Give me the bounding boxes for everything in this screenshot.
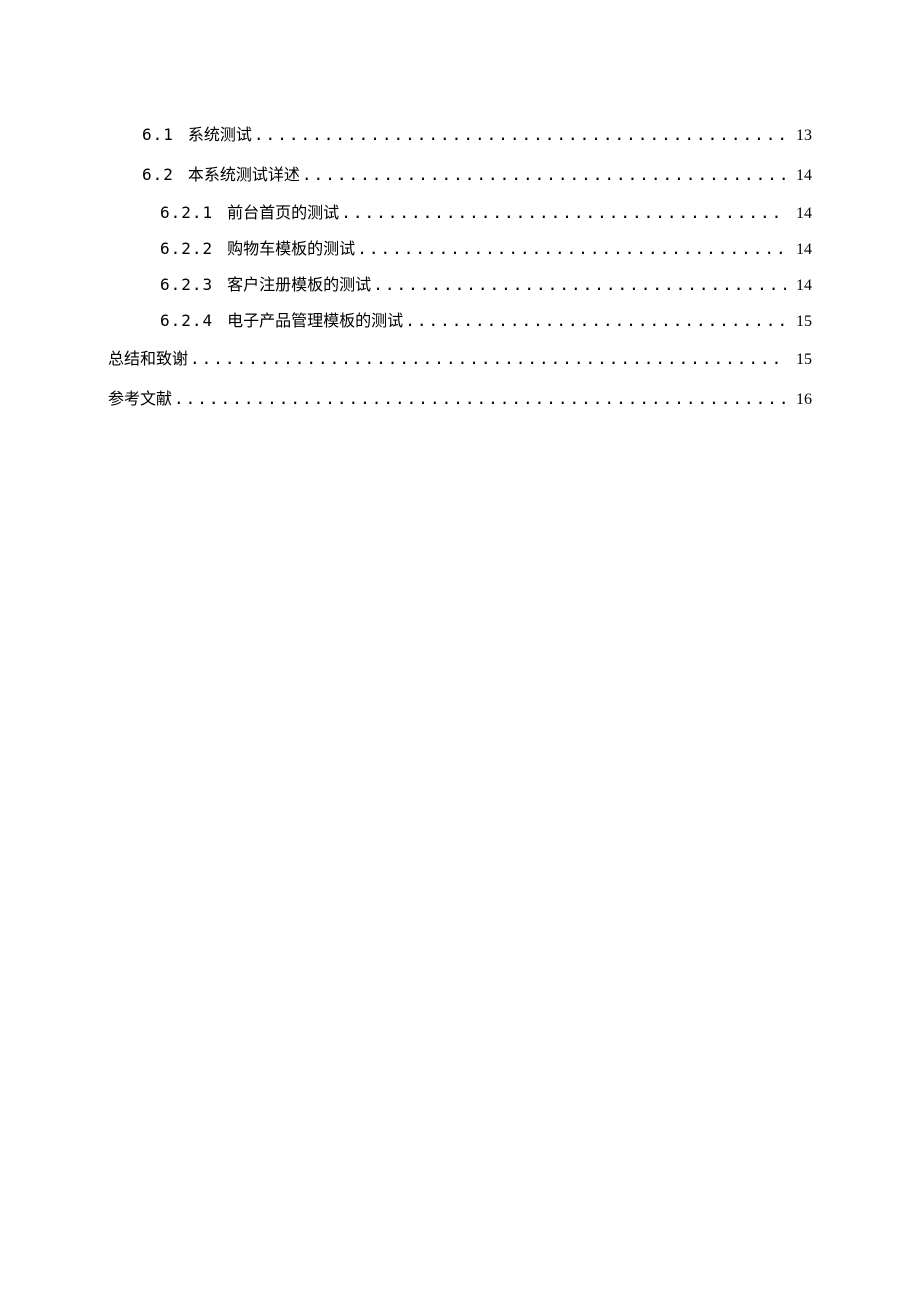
toc-title: 客户注册模板的测试 [227, 268, 371, 304]
table-of-contents: 6.1 系统测试 13 6.2 本系统测试详述 14 6.2.1 前台首页的测试… [108, 115, 812, 419]
toc-title: 本系统测试详述 [188, 156, 300, 196]
toc-number: 6.2.4 [160, 303, 213, 339]
toc-entry: 参考文献 16 [108, 379, 812, 419]
toc-title: 购物车模板的测试 [227, 232, 355, 268]
toc-leader-dots [341, 195, 786, 231]
toc-title: 前台首页的测试 [227, 196, 339, 232]
toc-page-number: 14 [788, 268, 812, 304]
toc-title: 参考文献 [108, 380, 172, 420]
toc-leader-dots [190, 339, 786, 379]
toc-leader-dots [405, 303, 786, 339]
toc-entry: 6.2.3 客户注册模板的测试 14 [160, 267, 812, 303]
toc-leader-dots [174, 379, 786, 419]
toc-entry: 6.2.2 购物车模板的测试 14 [160, 231, 812, 267]
toc-title: 电子产品管理模板的测试 [227, 304, 403, 340]
toc-page-number: 15 [788, 340, 812, 380]
toc-title: 总结和致谢 [108, 340, 188, 380]
toc-number: 6.2 [142, 155, 174, 195]
toc-title: 系统测试 [188, 116, 252, 156]
toc-page-number: 14 [788, 156, 812, 196]
toc-leader-dots [254, 115, 786, 155]
toc-leader-dots [357, 231, 786, 267]
toc-page-number: 15 [788, 304, 812, 340]
toc-leader-dots [302, 155, 786, 195]
toc-number: 6.2.1 [160, 195, 213, 231]
toc-entry: 总结和致谢 15 [108, 339, 812, 379]
toc-page-number: 13 [788, 116, 812, 156]
toc-entry: 6.2.4 电子产品管理模板的测试 15 [160, 303, 812, 339]
toc-page-number: 16 [788, 380, 812, 420]
toc-number: 6.1 [142, 115, 174, 155]
toc-number: 6.2.2 [160, 231, 213, 267]
toc-number: 6.2.3 [160, 267, 213, 303]
toc-entry: 6.1 系统测试 13 [142, 115, 812, 155]
toc-entry: 6.2 本系统测试详述 14 [142, 155, 812, 195]
toc-page-number: 14 [788, 196, 812, 232]
toc-page-number: 14 [788, 232, 812, 268]
toc-leader-dots [373, 267, 786, 303]
toc-entry: 6.2.1 前台首页的测试 14 [160, 195, 812, 231]
